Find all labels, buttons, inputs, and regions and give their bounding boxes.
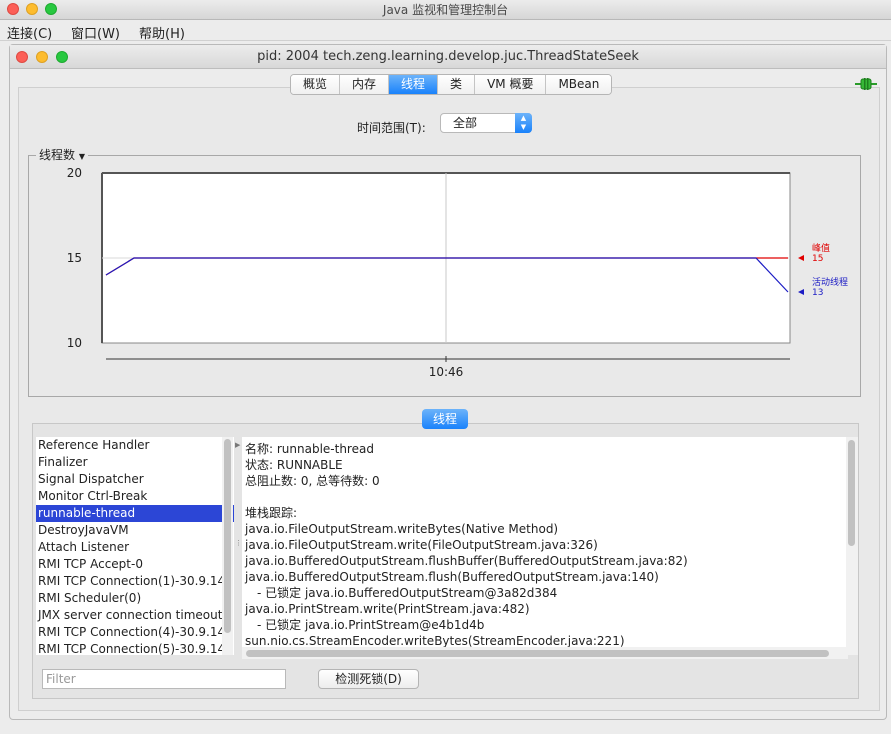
tab-memory[interactable]: 内存	[340, 75, 390, 94]
legend-marker-icon	[798, 255, 804, 261]
detail-line: 总阻止数: 0, 总等待数: 0	[245, 474, 380, 488]
detail-line: - 已锁定 java.io.PrintStream@e4b1d4b	[257, 618, 485, 632]
thread-list-item[interactable]: RMI Scheduler(0)	[36, 590, 234, 607]
legend-value: 13	[812, 288, 823, 298]
thread-list-item[interactable]: RMI TCP Connection(5)-30.9.14	[36, 641, 234, 655]
thread-details: 名称: runnable-thread 状态: RUNNABLE 总阻止数: 0, …	[242, 437, 848, 647]
thread-list-item[interactable]: RMI TCP Connection(4)-30.9.14	[36, 624, 234, 641]
legend-name: 峰值	[812, 242, 830, 254]
frame-zoom-button[interactable]	[56, 51, 68, 63]
thread-list-item[interactable]: runnable-thread	[36, 505, 234, 522]
thread-list-item[interactable]: Reference Handler	[36, 437, 234, 454]
thread-list-item[interactable]: RMI TCP Accept-0	[36, 556, 234, 573]
app-titlebar: Java 监视和管理控制台	[0, 0, 891, 20]
chevron-updown-icon: ▲ ▼	[515, 113, 532, 133]
detail-line	[245, 489, 848, 505]
details-vertical-scrollbar[interactable]	[846, 437, 858, 655]
zoom-window-button[interactable]	[45, 3, 57, 15]
tab-overview[interactable]: 概览	[291, 75, 341, 94]
thread-list-item[interactable]: Signal Dispatcher	[36, 471, 234, 488]
menu-window[interactable]: 窗口(W)	[71, 23, 120, 42]
minimize-window-button[interactable]	[26, 3, 38, 15]
frame-close-button[interactable]	[16, 51, 28, 63]
tab-threads[interactable]: 线程	[389, 75, 439, 94]
tab-vm-summary[interactable]: VM 概要	[475, 75, 547, 94]
thread-list-item[interactable]: Finalizer	[36, 454, 234, 471]
time-range-select[interactable]: 全部 ▲ ▼	[440, 113, 532, 133]
legend-name: 活动线程	[812, 276, 848, 288]
detail-line: java.io.BufferedOutputStream.flush(Buffe…	[245, 570, 659, 584]
detail-line: - 已锁定 java.io.BufferedOutputStream@3a82d…	[257, 586, 558, 600]
menubar: 连接(C) 窗口(W) 帮助(H)	[0, 21, 891, 42]
grip-icon: ⋮	[235, 539, 242, 547]
detail-line: 状态: RUNNABLE	[245, 458, 343, 472]
detail-line: 名称: runnable-thread	[245, 442, 374, 456]
app-title: Java 监视和管理控制台	[382, 3, 509, 17]
y-tick-label: 15	[67, 251, 82, 265]
detail-line: sun.nio.cs.StreamEncoder.writeBytes(Stre…	[245, 634, 625, 647]
detail-line: java.io.PrintStream.write(PrintStream.ja…	[245, 602, 530, 616]
time-range-value: 全部	[453, 116, 478, 130]
filter-input[interactable]	[42, 669, 286, 689]
thread-count-chart: 10152010:46峰值15活动线程13	[67, 166, 848, 379]
close-window-button[interactable]	[7, 3, 19, 15]
frame-minimize-button[interactable]	[36, 51, 48, 63]
thread-list-item[interactable]: DestroyJavaVM	[36, 522, 234, 539]
internal-frame: pid: 2004 tech.zeng.learning.develop.juc…	[9, 44, 887, 720]
menu-connect[interactable]: 连接(C)	[7, 23, 52, 42]
arrow-right-icon: ▶	[235, 441, 241, 449]
tab-bar: 概览 内存 线程 类 VM 概要 MBean	[290, 74, 613, 95]
tab-mbean[interactable]: MBean	[546, 75, 612, 94]
detail-line: java.io.FileOutputStream.writeBytes(Nati…	[245, 522, 559, 536]
legend-value: 15	[812, 254, 823, 264]
thread-list-item[interactable]: JMX server connection timeout 1	[36, 607, 234, 624]
detail-line: java.io.BufferedOutputStream.flushBuffer…	[245, 554, 688, 568]
x-tick-label: 10:46	[429, 365, 464, 379]
tab-classes[interactable]: 类	[438, 75, 476, 94]
thread-list: Reference Handler Finalizer Signal Dispatc…	[36, 437, 234, 655]
thread-list-item[interactable]: Attach Listener	[36, 539, 234, 556]
thread-list-item[interactable]: RMI TCP Connection(1)-30.9.14	[36, 573, 234, 590]
connection-plug-icon[interactable]	[855, 78, 877, 90]
y-tick-label: 20	[67, 166, 82, 180]
threads-button[interactable]: 线程	[422, 409, 468, 429]
time-range-label: 时间范围(T):	[357, 121, 426, 135]
y-tick-label: 10	[67, 336, 82, 350]
thread-list-item[interactable]: Monitor Ctrl-Break	[36, 488, 234, 505]
legend-marker-icon	[798, 289, 804, 295]
internal-frame-titlebar: pid: 2004 tech.zeng.learning.develop.juc…	[10, 45, 886, 69]
detect-deadlock-button[interactable]: 检测死锁(D)	[318, 669, 419, 689]
menu-help[interactable]: 帮助(H)	[139, 23, 185, 42]
detail-line: java.io.FileOutputStream.write(FileOutpu…	[245, 538, 598, 552]
frame-title: pid: 2004 tech.zeng.learning.develop.juc…	[257, 49, 639, 64]
details-horizontal-scrollbar[interactable]	[242, 647, 848, 659]
detail-line: 堆栈跟踪:	[245, 506, 298, 520]
split-pane-divider[interactable]: ▶ ⋮	[234, 437, 242, 655]
thread-list-scrollbar[interactable]	[222, 437, 233, 655]
